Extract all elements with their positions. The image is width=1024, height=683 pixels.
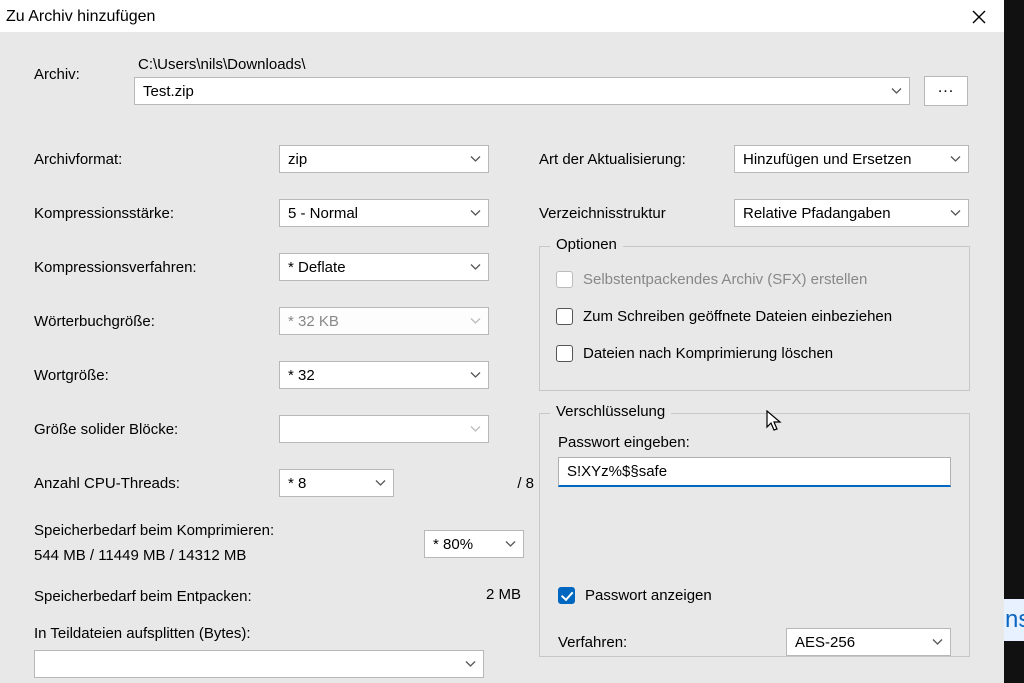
close-button[interactable] <box>964 4 994 30</box>
dict-label: Wörterbuchgröße: <box>34 294 279 348</box>
sfx-label: Selbstentpackendes Archiv (SFX) erstelle… <box>583 271 867 288</box>
partial-link: ns <box>1004 599 1024 641</box>
chevron-down-icon <box>470 156 481 163</box>
method-label: Kompressionsverfahren: <box>34 240 279 294</box>
sfx-checkbox <box>556 271 573 288</box>
chevron-down-icon <box>470 264 481 271</box>
delete-checkbox[interactable] <box>556 345 573 362</box>
chevron-down-icon <box>950 156 961 163</box>
show-password-label: Passwort anzeigen <box>585 587 712 604</box>
delete-label: Dateien nach Komprimierung löschen <box>583 345 833 362</box>
archive-label: Archiv: <box>34 56 134 83</box>
word-label: Wortgröße: <box>34 348 279 402</box>
close-icon <box>972 10 986 24</box>
show-password-checkbox[interactable] <box>558 587 575 604</box>
format-combo[interactable]: zip <box>279 145 489 173</box>
update-label: Art der Aktualisierung: <box>539 151 734 168</box>
password-input[interactable] <box>558 457 951 487</box>
paths-combo[interactable]: Relative Pfadangaben <box>734 199 969 227</box>
chevron-down-icon <box>470 318 481 325</box>
mem-compress-label: Speicherbedarf beim Komprimieren: <box>34 520 394 539</box>
level-label: Kompressionsstärke: <box>34 186 279 240</box>
split-label: In Teildateien aufsplitten (Bytes): <box>34 625 534 642</box>
split-combo[interactable] <box>34 650 484 678</box>
shared-label: Zum Schreiben geöffnete Dateien einbezie… <box>583 308 892 325</box>
enc-method-combo[interactable]: AES-256 <box>786 628 951 656</box>
titlebar: Zu Archiv hinzufügen <box>0 0 1004 32</box>
chevron-down-icon <box>465 661 476 668</box>
archive-path: C:\Users\nils\Downloads\ <box>134 56 910 77</box>
mem-percent-combo[interactable]: * 80% <box>424 530 524 558</box>
chevron-down-icon <box>950 210 961 217</box>
encrypt-legend: Verschlüsselung <box>550 403 671 420</box>
chevron-down-icon <box>470 210 481 217</box>
threads-combo[interactable]: * 8 <box>279 469 394 497</box>
chevron-down-icon <box>891 88 902 95</box>
format-label: Archivformat: <box>34 132 279 186</box>
options-legend: Optionen <box>550 236 623 253</box>
chevron-down-icon <box>932 639 943 646</box>
mem-compress-detail: 544 MB / 11449 MB / 14312 MB <box>34 545 394 564</box>
dict-combo[interactable]: * 32 KB <box>279 307 489 335</box>
word-combo[interactable]: * 32 <box>279 361 489 389</box>
chevron-down-icon <box>470 426 481 433</box>
block-combo[interactable] <box>279 415 489 443</box>
level-combo[interactable]: 5 - Normal <box>279 199 489 227</box>
chevron-down-icon <box>470 372 481 379</box>
block-label: Größe solider Blöcke: <box>34 402 279 456</box>
chevron-down-icon <box>505 541 516 548</box>
mem-decompress-label: Speicherbedarf beim Entpacken: <box>34 586 394 605</box>
password-label: Passwort eingeben: <box>558 434 951 451</box>
threads-label: Anzahl CPU-Threads: <box>34 456 279 510</box>
shared-checkbox[interactable] <box>556 308 573 325</box>
update-combo[interactable]: Hinzufügen und Ersetzen <box>734 145 969 173</box>
archive-filename-combo[interactable]: Test.zip <box>134 77 910 105</box>
paths-label: Verzeichnisstruktur <box>539 205 734 222</box>
chevron-down-icon <box>375 480 386 487</box>
window-title: Zu Archiv hinzufügen <box>6 8 155 26</box>
browse-button[interactable]: ... <box>924 76 968 106</box>
background-strip: ns <box>1004 0 1024 683</box>
method-combo[interactable]: * Deflate <box>279 253 489 281</box>
enc-method-label: Verfahren: <box>558 634 786 651</box>
